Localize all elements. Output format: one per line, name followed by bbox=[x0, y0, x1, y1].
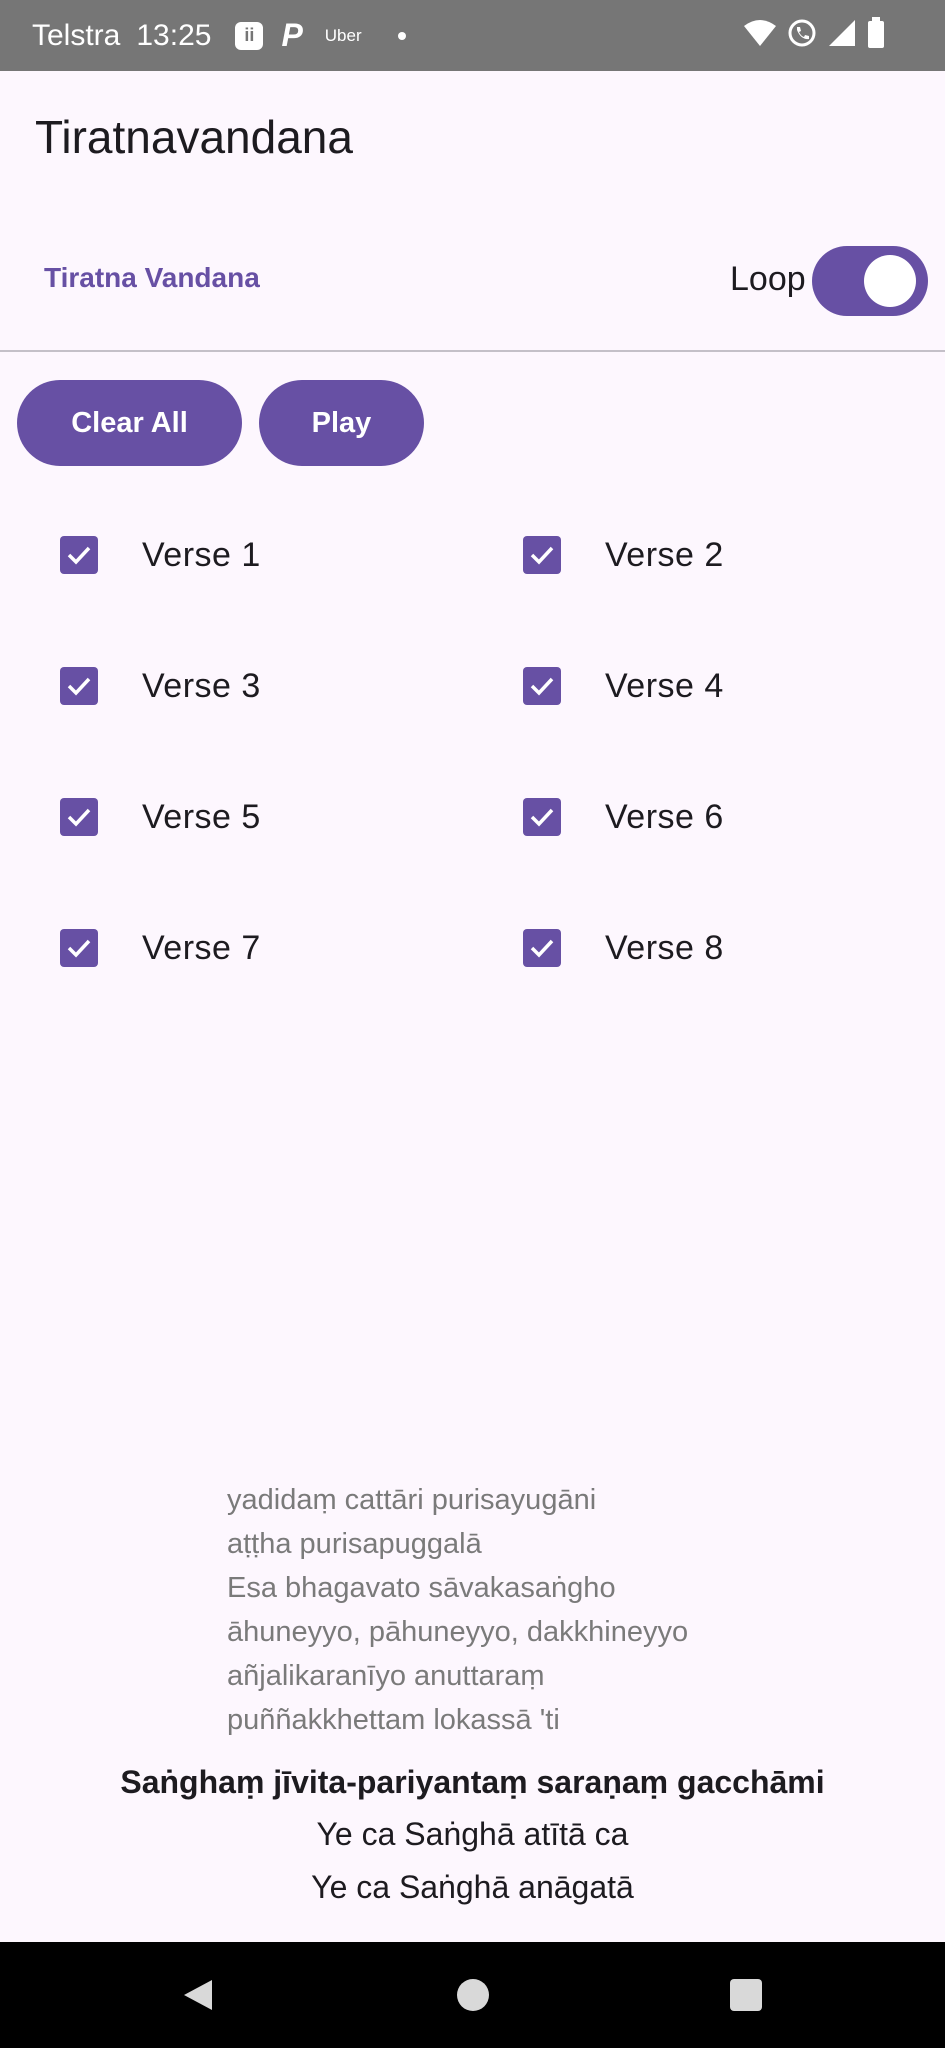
check-icon bbox=[67, 808, 91, 827]
verse-item-1[interactable]: Verse 1 bbox=[60, 525, 261, 585]
verse-label: Verse 3 bbox=[142, 666, 261, 705]
check-icon bbox=[67, 546, 91, 565]
uber-icon: Uber bbox=[324, 25, 362, 45]
verse-label: Verse 1 bbox=[142, 535, 261, 574]
verse-text-line: Esa bhagavato sāvakasaṅgho bbox=[227, 1572, 616, 1604]
p-app-icon: P bbox=[281, 17, 303, 53]
verse-8-checkbox[interactable] bbox=[523, 929, 561, 967]
status-right bbox=[743, 0, 885, 71]
check-icon bbox=[530, 808, 554, 827]
current-verse-line: Saṅghaṃ jīvita-pariyantaṃ saraṇaṃ gacchā… bbox=[120, 1764, 825, 1800]
wifi-icon bbox=[743, 18, 777, 53]
signal-icon bbox=[827, 18, 857, 53]
verse-item-4[interactable]: Verse 4 bbox=[523, 656, 724, 716]
check-icon bbox=[530, 546, 554, 565]
verse-5-checkbox[interactable] bbox=[60, 798, 98, 836]
check-icon bbox=[530, 939, 554, 958]
divider bbox=[0, 350, 945, 352]
verse-2-checkbox[interactable] bbox=[523, 536, 561, 574]
call-icon bbox=[787, 18, 817, 53]
verse-7-checkbox[interactable] bbox=[60, 929, 98, 967]
verse-6-checkbox[interactable] bbox=[523, 798, 561, 836]
verse-label: Verse 6 bbox=[605, 797, 724, 836]
next-verse-line: Ye ca Saṅghā atītā ca bbox=[316, 1816, 629, 1852]
home-icon bbox=[457, 1979, 489, 2011]
notification-dot-icon bbox=[397, 31, 406, 40]
loop-toggle-thumb bbox=[864, 255, 916, 307]
verse-label: Verse 5 bbox=[142, 797, 261, 836]
status-bar: Telstra 13:25 ii P Uber bbox=[0, 0, 945, 71]
verse-label: Verse 7 bbox=[142, 928, 261, 967]
next-verse-line: Ye ca Saṅghā anāgatā bbox=[311, 1869, 634, 1905]
recents-icon bbox=[730, 1979, 762, 2011]
check-icon bbox=[67, 939, 91, 958]
back-icon bbox=[184, 1980, 212, 2010]
verse-item-8[interactable]: Verse 8 bbox=[523, 918, 724, 978]
play-button[interactable]: Play bbox=[259, 380, 424, 466]
verse-item-2[interactable]: Verse 2 bbox=[523, 525, 724, 585]
verse-text-line: yadidaṃ cattāri purisayugāni bbox=[227, 1484, 597, 1516]
home-button[interactable] bbox=[448, 1970, 498, 2020]
status-left: Telstra 13:25 ii P Uber bbox=[32, 0, 406, 71]
verse-item-7[interactable]: Verse 7 bbox=[60, 918, 261, 978]
back-button[interactable] bbox=[173, 1970, 223, 2020]
check-icon bbox=[530, 677, 554, 696]
battery-icon bbox=[867, 17, 885, 54]
recents-button[interactable] bbox=[721, 1970, 771, 2020]
verse-text: yadidaṃ cattāri purisayugāni aṭṭha puris… bbox=[227, 1478, 688, 1742]
verse-text-line: puññakkhettam lokassā 'ti bbox=[227, 1704, 560, 1736]
verse-text-line: āhuneyyo, pāhuneyyo, dakkhineyyo bbox=[227, 1616, 689, 1648]
verse-item-5[interactable]: Verse 5 bbox=[60, 787, 261, 847]
carrier-label: Telstra bbox=[32, 18, 121, 52]
verse-3-checkbox[interactable] bbox=[60, 667, 98, 705]
navigation-bar bbox=[0, 1942, 945, 2048]
verse-label: Verse 4 bbox=[605, 666, 724, 705]
loop-toggle[interactable] bbox=[812, 246, 928, 316]
notification-app-icon: ii bbox=[235, 21, 264, 50]
verse-4-checkbox[interactable] bbox=[523, 667, 561, 705]
verse-text-line: añjalikaranīyo anuttaraṃ bbox=[227, 1660, 545, 1692]
verse-text-line: aṭṭha purisapuggalā bbox=[227, 1528, 482, 1560]
verse-1-checkbox[interactable] bbox=[60, 536, 98, 574]
verse-item-3[interactable]: Verse 3 bbox=[60, 656, 261, 716]
verse-item-6[interactable]: Verse 6 bbox=[523, 787, 724, 847]
clear-all-button[interactable]: Clear All bbox=[17, 380, 242, 466]
check-icon bbox=[67, 677, 91, 696]
page-title: Tiratnavandana bbox=[35, 111, 353, 163]
tab-tiratna-vandana[interactable]: Tiratna Vandana bbox=[44, 262, 260, 294]
verse-label: Verse 8 bbox=[605, 928, 724, 967]
loop-label: Loop bbox=[730, 260, 806, 298]
clock: 13:25 bbox=[136, 18, 212, 52]
verse-label: Verse 2 bbox=[605, 535, 724, 574]
